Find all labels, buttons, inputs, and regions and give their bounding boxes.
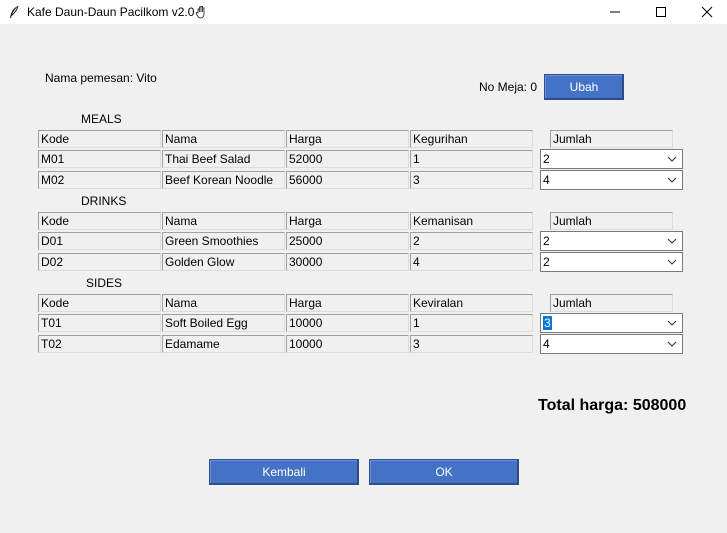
cell-harga: 10000 — [286, 335, 409, 353]
cell-nama: Soft Boiled Egg — [162, 314, 285, 332]
change-table-button[interactable]: Ubah — [544, 74, 624, 100]
quantity-select[interactable]: 3 — [540, 313, 683, 333]
chevron-down-icon — [667, 177, 677, 183]
chevron-down-icon — [667, 341, 677, 347]
cell-kode: T02 — [38, 335, 161, 353]
column-header-nama: Nama — [162, 294, 285, 312]
maximize-button[interactable] — [638, 0, 684, 24]
cell-kode: T01 — [38, 314, 161, 332]
section-title-drinks: DRINKS — [81, 194, 127, 208]
cell-nama: Edamame — [162, 335, 285, 353]
chevron-down-icon — [667, 259, 677, 265]
chevron-down-icon — [667, 156, 677, 162]
cell-harga: 10000 — [286, 314, 409, 332]
quantity-value: 4 — [543, 337, 550, 351]
cell-kode: D01 — [38, 232, 161, 250]
cell-kode: M02 — [38, 171, 161, 189]
column-header-kode: Kode — [38, 130, 161, 148]
cell-kode: M01 — [38, 150, 161, 168]
chevron-down-icon — [667, 238, 677, 244]
column-header-harga: Harga — [286, 130, 409, 148]
cell-attribute: 1 — [410, 150, 533, 168]
section-title-sides: SIDES — [86, 276, 123, 290]
column-header-jumlah: Jumlah — [550, 294, 673, 312]
maximize-icon — [656, 7, 666, 17]
hand-icon — [195, 6, 205, 19]
window-title: Kafe Daun-Daun Pacilkom v2.0 — [27, 5, 195, 19]
quantity-select[interactable]: 2 — [540, 149, 683, 169]
section-title-meals: MEALS — [81, 112, 122, 126]
column-header-jumlah: Jumlah — [550, 130, 673, 148]
close-button[interactable] — [684, 0, 727, 24]
table-number-label: No Meja: 0 — [479, 80, 538, 94]
close-icon — [701, 6, 713, 18]
cell-nama: Golden Glow — [162, 253, 285, 271]
cell-attribute: 3 — [410, 171, 533, 189]
cell-harga: 52000 — [286, 150, 409, 168]
minimize-button[interactable] — [592, 0, 638, 24]
customer-name-label: Nama pemesan: Vito — [45, 71, 157, 85]
cell-attribute: 1 — [410, 314, 533, 332]
column-header-attribute: Kegurihan — [410, 130, 533, 148]
column-header-nama: Nama — [162, 212, 285, 230]
cell-kode: D02 — [38, 253, 161, 271]
quantity-select[interactable]: 2 — [540, 252, 683, 272]
column-header-attribute: Kemanisan — [410, 212, 533, 230]
quantity-value: 2 — [543, 152, 550, 166]
cell-attribute: 3 — [410, 335, 533, 353]
quantity-select[interactable]: 4 — [540, 334, 683, 354]
column-header-attribute: Keviralan — [410, 294, 533, 312]
feather-icon — [10, 5, 19, 18]
column-header-harga: Harga — [286, 294, 409, 312]
cell-harga: 30000 — [286, 253, 409, 271]
cell-attribute: 4 — [410, 253, 533, 271]
back-button[interactable]: Kembali — [209, 459, 359, 485]
cell-nama: Green Smoothies — [162, 232, 285, 250]
title-bar: Kafe Daun-Daun Pacilkom v2.0 — [0, 0, 727, 24]
minimize-icon — [610, 11, 620, 13]
quantity-select[interactable]: 2 — [540, 231, 683, 251]
ok-button[interactable]: OK — [369, 459, 519, 485]
quantity-value: 4 — [543, 173, 550, 187]
quantity-value: 3 — [543, 316, 552, 330]
column-header-nama: Nama — [162, 130, 285, 148]
column-header-jumlah: Jumlah — [550, 212, 673, 230]
quantity-value: 2 — [543, 255, 550, 269]
cell-harga: 56000 — [286, 171, 409, 189]
column-header-kode: Kode — [38, 212, 161, 230]
cell-attribute: 2 — [410, 232, 533, 250]
chevron-down-icon — [667, 320, 677, 326]
cell-nama: Thai Beef Salad — [162, 150, 285, 168]
quantity-select[interactable]: 4 — [540, 170, 683, 190]
total-price: Total harga: 508000 — [538, 397, 687, 414]
cell-harga: 25000 — [286, 232, 409, 250]
column-header-kode: Kode — [38, 294, 161, 312]
cell-nama: Beef Korean Noodle — [162, 171, 285, 189]
column-header-harga: Harga — [286, 212, 409, 230]
quantity-value: 2 — [543, 234, 550, 248]
